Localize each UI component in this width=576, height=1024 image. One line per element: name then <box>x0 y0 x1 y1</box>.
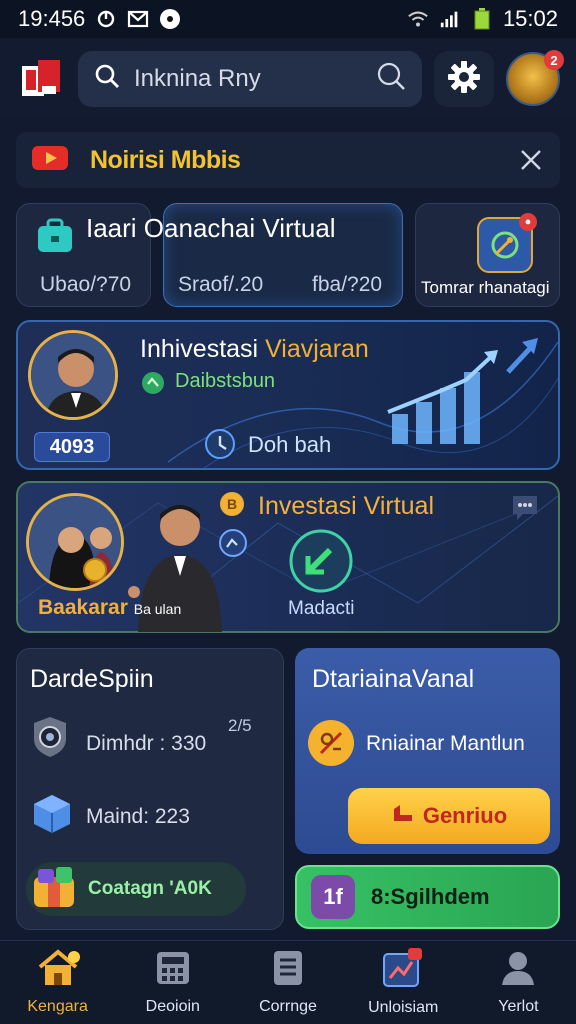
svg-text:B: B <box>227 496 237 512</box>
banner2-cta[interactable]: Madacti <box>288 598 355 620</box>
battery-icon <box>471 8 493 30</box>
bottom-nav: Kengara Deoioin Corrnge Unloisiam Yerlot <box>0 940 576 1024</box>
analytics-icon <box>382 948 424 993</box>
message-icon <box>127 8 149 30</box>
nav-item-calculator[interactable]: Deoioin <box>115 941 230 1024</box>
sync-icon <box>95 8 117 30</box>
app-logo[interactable] <box>16 54 66 104</box>
signal-icon <box>439 8 461 30</box>
user-avatar[interactable]: 2 <box>506 50 564 106</box>
search-icon <box>94 63 120 96</box>
settings-button[interactable] <box>434 51 494 107</box>
stats-pill-label: Coatagn 'A0K <box>88 878 212 899</box>
nav-label-calculator: Deoioin <box>145 998 200 1015</box>
notice-title: Noirisi Mbbis <box>90 145 241 174</box>
search-bar[interactable]: Inknina Rny <box>78 51 422 107</box>
tile2-value-b: fba/?20 <box>312 273 383 296</box>
camera-icon <box>30 715 70 764</box>
banner1-title: Inhivestasi Viavjaran <box>140 335 369 363</box>
banner1-subtitle: Daibstsbun <box>175 370 276 392</box>
bag-icon <box>36 218 74 259</box>
nav-label-profile: Yerlot <box>498 998 539 1015</box>
document-icon <box>270 949 306 992</box>
stats-fraction: 2/5 <box>228 716 252 735</box>
search-input[interactable]: Inknina Rny <box>134 65 261 93</box>
nav-item-home[interactable]: Kengara <box>0 941 115 1024</box>
stats-panel-title: DardeSpiin <box>30 665 154 693</box>
promo-icon <box>308 720 354 766</box>
banner1-cta[interactable]: Doh bah <box>248 432 331 458</box>
search-submit-icon[interactable] <box>376 61 406 98</box>
chat-icon[interactable] <box>509 492 541 529</box>
target-icon: ● <box>477 213 537 273</box>
status-time-left: 19:456 <box>18 6 86 31</box>
top-bar: Inknina Rny 2 <box>0 40 576 118</box>
nav-item-analytics[interactable]: Unloisiam <box>346 941 461 1024</box>
banner1-number: 4093 <box>34 432 110 462</box>
wifi-icon <box>407 8 429 30</box>
bookmark-icon <box>391 801 415 831</box>
gift-icon <box>30 863 78 916</box>
action-button-label: 8:Sgilhdem <box>371 884 490 909</box>
avatar-badge: 2 <box>544 50 564 70</box>
team-avatar <box>26 493 124 591</box>
banner2-title: Investasi Virtual <box>258 492 435 520</box>
nav-label-analytics: Unloisiam <box>368 999 439 1016</box>
exchange-icon[interactable] <box>288 528 354 599</box>
rupiah-coin-icon: B <box>218 490 246 523</box>
chart-circle-icon <box>218 528 248 563</box>
action-button[interactable]: 1f 8:Sgilhdem <box>295 865 560 929</box>
gear-icon <box>447 60 481 99</box>
cube-icon <box>30 792 74 841</box>
tile3-badge-icon: ● <box>519 213 537 231</box>
action-button-icon: 1f <box>311 875 355 919</box>
promo-button-label: Genriuo <box>422 803 508 828</box>
tile3-label: Tomrar rhanatagi <box>421 278 550 297</box>
close-icon[interactable] <box>516 145 546 175</box>
status-time-right: 15:02 <box>502 6 558 31</box>
tiles-title: Iaari Oanachai Virtual <box>86 213 336 243</box>
notice-banner[interactable]: Noirisi Mbbis <box>16 132 560 188</box>
tile2-value-a: Sraof/.20 <box>178 273 264 296</box>
user-icon <box>500 949 536 992</box>
stats-row-1: Dimhdr : 330 <box>86 732 207 755</box>
advisor-avatar <box>28 330 118 420</box>
nav-item-profile[interactable]: Yerlot <box>461 941 576 1024</box>
promo-row: Rniainar Mantlun <box>366 732 525 755</box>
coin-icon <box>140 370 166 401</box>
youtube-icon <box>30 143 70 178</box>
promo-panel-title: DtariainaVanal <box>312 665 475 693</box>
clock-icon <box>203 427 237 466</box>
nav-item-document[interactable]: Corrnge <box>230 941 345 1024</box>
nav-label-home: Kengara <box>27 998 88 1015</box>
promo-button[interactable]: Genriuo <box>348 788 550 844</box>
banner2-left-label: Baakarar Ba ulan <box>38 596 182 619</box>
status-bar: 19:456 15:02 <box>0 0 576 38</box>
home-icon <box>36 949 80 992</box>
app-notification-icon <box>159 8 181 30</box>
nav-label-document: Corrnge <box>259 998 317 1015</box>
stats-pill[interactable]: Coatagn 'A0K <box>26 862 246 916</box>
tile1-value: Ubao/?70 <box>40 273 132 296</box>
stats-row-2: Maind: 223 <box>86 805 190 828</box>
calculator-icon <box>154 949 192 992</box>
